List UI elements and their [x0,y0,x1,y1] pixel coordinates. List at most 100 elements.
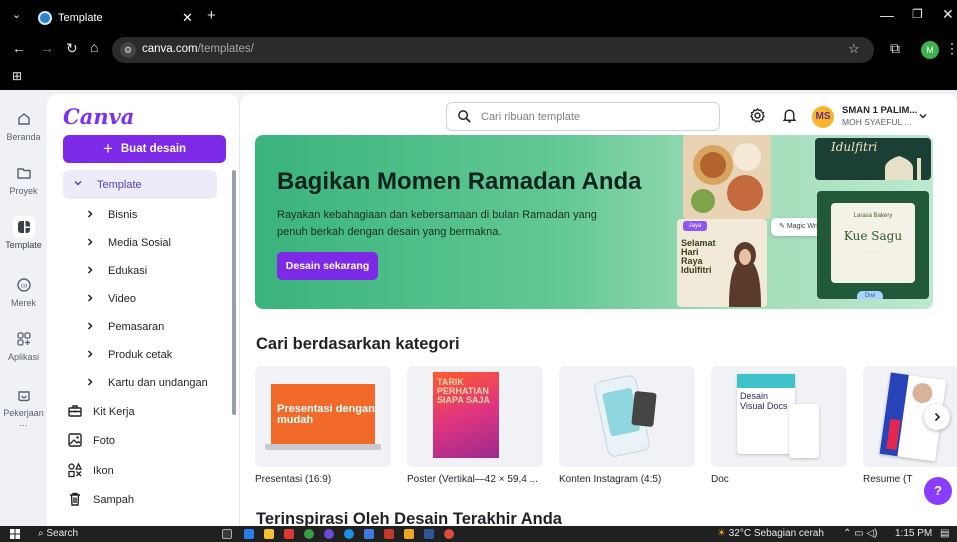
doc-thumb-text: Desain Visual Docs [740,391,788,411]
app-icon[interactable] [284,529,294,539]
category-thumbnail: TARIK PERHATIAN SIAPA SAJA [407,366,543,467]
site-info-icon[interactable]: ⚙ [120,42,136,58]
settings-gear-icon[interactable] [749,107,766,124]
restore-icon[interactable]: ❐ [912,7,923,21]
brand-icon: co [13,274,35,296]
home-button-icon[interactable]: ⌂ [90,39,98,55]
presentasi-thumb-text: Presentasi dengan mudah [277,403,375,426]
sidebar-item-template[interactable]: Template [63,170,217,199]
category-thumbnail: Desain Visual Docs [711,366,847,467]
app-icon-5[interactable] [404,529,414,539]
sidebar-item-label: Template [97,179,142,191]
category-card-poster[interactable]: TARIK PERHATIAN SIAPA SAJA Poster (Verti… [407,366,543,485]
category-card-presentasi[interactable]: Presentasi dengan mudah Presentasi (16:9… [255,366,391,485]
tray-icons[interactable]: ⌃ ▭ ◁) [843,528,877,539]
folder-icon [13,162,35,184]
account-chevron-down-icon[interactable] [918,111,928,121]
forward-icon[interactable]: → [40,40,54,56]
weather-widget[interactable]: ☀ 32°C Sebagian cerah [717,528,824,539]
account-name[interactable]: SMAN 1 PALIM... [842,105,917,116]
window-close-icon[interactable]: ✕ [942,6,954,23]
create-design-button[interactable]: + Buat desain [63,135,226,163]
sidebar-subitem-label: Bisnis [108,209,138,221]
vscode-icon[interactable] [244,529,254,539]
bakery-card-inner: Larasa Bakery Kue Sagu · · · · · · · · [831,203,915,283]
sidebar-item-ikon[interactable]: Ikon [63,458,223,484]
sidebar-subitem-video[interactable]: Video [63,287,217,311]
sidebar-subitem-kartu-undangan[interactable]: Kartu dan undangan [63,371,217,395]
category-label: Poster (Vertikal—42 × 59,4 ... [407,474,538,485]
tab-canva[interactable]: Template ✕ [34,6,230,34]
sidebar-item-foto[interactable]: Foto [63,428,223,454]
main-content: MS SMAN 1 PALIM... MOH SYAEFUL ... Bagik… [239,94,957,526]
sidebar-item-kit-kerja[interactable]: Kit Kerja [63,399,223,425]
account-subtitle: MOH SYAEFUL ... [842,117,912,127]
rail-item-merek[interactable]: co Merek [0,274,47,308]
rail-item-aplikasi[interactable]: Aplikasi [0,328,47,362]
resume-photo [911,381,934,405]
file-explorer-icon[interactable] [264,529,274,539]
weather-text: 32°C Sebagian cerah [728,528,824,539]
notifications-icon[interactable]: ▤ [940,528,949,539]
taskbar-search[interactable]: ⌕ Search [38,528,78,539]
canva-app-icon[interactable] [444,529,454,539]
rail-item-proyek[interactable]: Proyek [0,162,47,196]
bookmark-star-icon[interactable]: ☆ [848,41,860,57]
rail-item-pekerjaan[interactable]: Pekerjaan ... [0,384,47,428]
word-icon[interactable] [424,529,434,539]
carousel-next-button[interactable] [924,404,950,430]
new-tab-icon[interactable]: + [207,7,216,24]
category-card-instagram[interactable]: Konten Instagram (4:5) [559,366,695,485]
banner-description: Rayakan kebahagiaan dan kebersamaan di b… [277,209,597,238]
trash-icon [67,491,83,507]
sidebar-item-sampah[interactable]: Sampah [63,487,223,513]
rail-item-template[interactable]: Template [0,216,47,250]
minimize-icon[interactable]: — [880,7,894,23]
rail-label: Beranda [6,132,41,142]
navigation-bar: ← → ↻ ⌂ ⚙ canva.com/templates/ ☆ ⧉ M ⋮ [0,34,957,66]
app-icon-3[interactable] [364,529,374,539]
extensions-icon[interactable]: ⧉ [890,40,900,57]
sidebar-subitem-media-sosial[interactable]: Media Sosial [63,231,217,255]
design-now-button[interactable]: Desain sekarang [277,252,378,280]
profile-avatar[interactable]: M [921,41,939,59]
category-card-doc[interactable]: Desain Visual Docs Doc [711,366,847,485]
sidebar-subitem-label: Produk cetak [108,349,173,361]
edge-icon[interactable] [344,529,354,539]
back-icon[interactable]: ← [12,40,26,56]
work-icon [13,384,35,406]
chevron-right-icon [85,377,95,387]
rail-label: Template [5,240,42,250]
chrome-icon[interactable] [304,529,314,539]
search-input[interactable] [481,109,701,125]
task-view-icon[interactable] [222,529,232,539]
browser-window: ⌄ Template ✕ + — ❐ ✕ ← → ↻ ⌂ ⚙ canva.com… [0,0,957,542]
windows-start-icon[interactable] [10,529,20,539]
sidebar-scrollbar[interactable] [232,170,236,415]
apps-grid-icon[interactable]: ⊞ [12,69,22,83]
rail-item-beranda[interactable]: Beranda [0,108,47,142]
canva-logo[interactable]: Canva [63,104,134,129]
help-button[interactable]: ? [924,477,952,505]
notification-bell-icon[interactable] [781,107,798,124]
tab-close-icon[interactable]: ✕ [182,10,193,26]
tab-list-chevron-icon[interactable]: ⌄ [12,8,21,21]
sidebar-subitem-pemasaran[interactable]: Pemasaran [63,315,217,339]
app-icon-2[interactable] [324,529,334,539]
sidebar-subitem-produk-cetak[interactable]: Produk cetak [63,343,217,367]
sidebar-item-label: Kit Kerja [93,406,135,418]
app-icon-4[interactable] [384,529,394,539]
sidebar-subitem-bisnis[interactable]: Bisnis [63,203,217,227]
sidebar-subitem-label: Media Sosial [108,237,171,249]
shapes-icon [67,462,83,478]
plus-icon: + [102,139,113,158]
taskbar-clock[interactable]: 1:15 PM [895,528,932,539]
sidebar-subitem-edukasi[interactable]: Edukasi [63,259,217,283]
address-bar[interactable]: ⚙ canva.com/templates/ ☆ [112,37,874,63]
chevron-right-icon [85,209,95,219]
ramadan-banner[interactable]: Bagikan Momen Ramadan Anda Rayakan kebah… [255,135,933,309]
user-avatar[interactable]: MS [812,106,834,128]
reload-icon[interactable]: ↻ [66,40,78,57]
browser-menu-icon[interactable]: ⋮ [945,40,957,57]
poster-b-title: Idulfitri [831,140,878,154]
